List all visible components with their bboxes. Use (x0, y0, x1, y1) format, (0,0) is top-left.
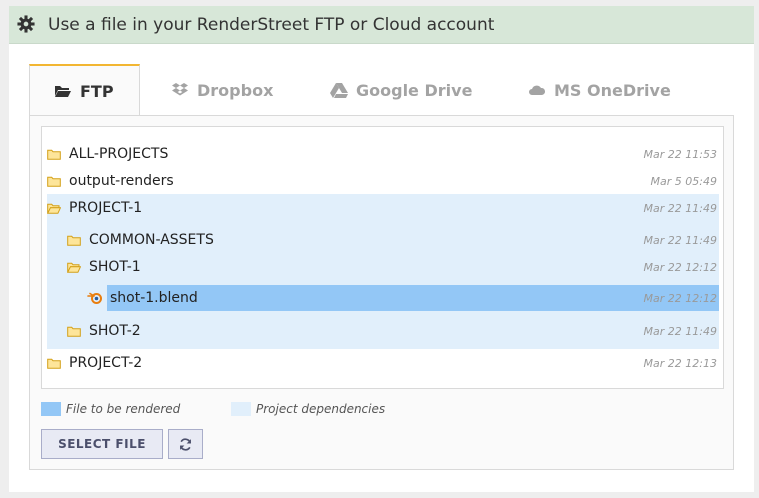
folder-open-icon (55, 86, 71, 97)
tree-row-name: shot-1.blend (110, 290, 198, 306)
legend-project-dependencies: Project dependencies (231, 401, 385, 417)
dropbox-icon (172, 83, 188, 96)
tree-row-name: output-renders (69, 173, 174, 189)
tree-row-shot-1[interactable]: SHOT-1 Mar 22 12:12 (67, 254, 719, 280)
file-picker-panel: Use a file in your RenderStreet FTP or C… (9, 6, 754, 492)
tree-row-common-assets[interactable]: COMMON-ASSETS Mar 22 11:49 (67, 227, 719, 253)
tree-row-name: COMMON-ASSETS (89, 232, 214, 248)
tree-row-date: Mar 22 12:12 (643, 291, 717, 305)
refresh-icon (179, 437, 192, 451)
tab-ms-onedrive[interactable]: MS OneDrive (528, 64, 671, 116)
tree-row-date: Mar 22 12:12 (643, 260, 717, 274)
legend-label: File to be rendered (66, 402, 181, 416)
folder-icon (47, 176, 61, 187)
refresh-button[interactable] (168, 429, 203, 459)
legend-label: Project dependencies (256, 402, 386, 416)
file-tree: ALL-PROJECTS Mar 22 11:53 output-renders… (41, 126, 724, 389)
tab-google-drive-label: Google Drive (356, 80, 473, 100)
tree-row-all-projects[interactable]: ALL-PROJECTS Mar 22 11:53 (47, 141, 719, 167)
tree-row-date: Mar 22 11:49 (643, 233, 717, 247)
tree-row-date: Mar 22 12:13 (643, 356, 717, 370)
panel-header: Use a file in your RenderStreet FTP or C… (9, 6, 754, 44)
tab-ftp-label: FTP (80, 81, 114, 101)
tab-dropbox-label: Dropbox (197, 80, 274, 100)
onedrive-icon (529, 85, 546, 95)
legend-file-to-render: File to be rendered (41, 401, 180, 417)
tree-row-name: SHOT-2 (89, 323, 141, 339)
tab-content: ALL-PROJECTS Mar 22 11:53 output-renders… (29, 115, 734, 470)
google-drive-icon (330, 83, 348, 98)
blender-icon (87, 292, 102, 304)
folder-icon (67, 235, 81, 246)
tree-row-project-2[interactable]: PROJECT-2 Mar 22 12:13 (47, 350, 719, 376)
folder-open-icon (47, 203, 61, 214)
tab-dropbox[interactable]: Dropbox (171, 64, 273, 116)
tree-row-name: SHOT-1 (89, 259, 141, 275)
tree-row-project-1[interactable]: PROJECT-1 Mar 22 11:49 (47, 195, 719, 221)
tree-row-output-renders[interactable]: output-renders Mar 5 05:49 (47, 168, 719, 194)
tab-google-drive[interactable]: Google Drive (330, 64, 472, 116)
folder-icon (47, 358, 61, 369)
tab-ftp[interactable]: FTP (29, 64, 140, 116)
folder-icon (47, 149, 61, 160)
legend-swatch-dependencies (231, 402, 251, 416)
folder-icon (67, 326, 81, 337)
tree-row-date: Mar 22 11:53 (643, 147, 717, 161)
tree-row-name: PROJECT-1 (69, 200, 143, 216)
tree-row-date: Mar 22 11:49 (643, 324, 717, 338)
tree-row-date: Mar 5 05:49 (650, 174, 717, 188)
folder-open-icon (67, 262, 81, 273)
tab-ms-onedrive-label: MS OneDrive (554, 80, 671, 100)
tree-row-name: ALL-PROJECTS (69, 146, 169, 162)
legend-swatch-render (41, 402, 61, 416)
tree-row-shot-2[interactable]: SHOT-2 Mar 22 11:49 (67, 318, 719, 344)
source-tabs: FTP Dropbox Google Drive MS OneDrive (29, 64, 734, 116)
select-file-button[interactable]: SELECT FILE (41, 429, 163, 459)
panel-title: Use a file in your RenderStreet FTP or C… (48, 15, 495, 35)
tree-row-name: PROJECT-2 (69, 355, 143, 371)
gear-icon (17, 15, 35, 33)
tree-row-shot-1-blend[interactable]: shot-1.blend Mar 22 12:12 (107, 285, 719, 311)
tree-row-date: Mar 22 11:49 (643, 201, 717, 215)
